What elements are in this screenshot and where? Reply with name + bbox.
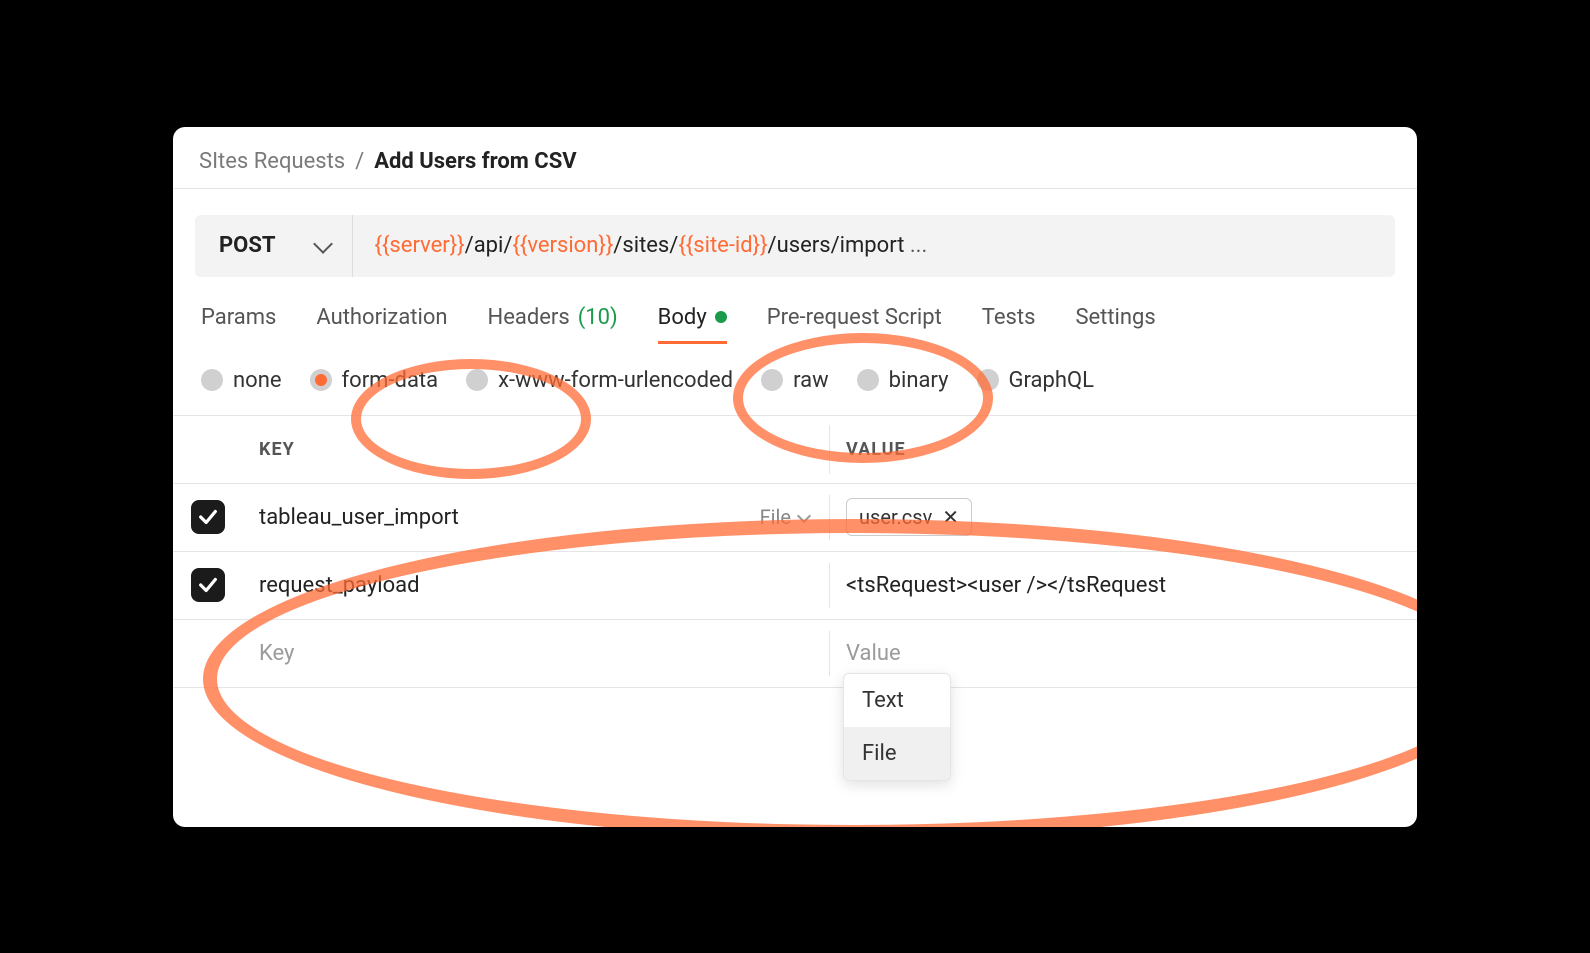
value-input-placeholder[interactable]: Value (846, 641, 901, 666)
table-row: tableau_user_import File user.csv ✕ (173, 484, 1417, 552)
breadcrumb-separator: / (355, 149, 364, 174)
row-checkbox[interactable] (191, 500, 225, 534)
check-icon (197, 574, 219, 596)
key-type-selector[interactable]: File (760, 505, 809, 529)
value-input[interactable]: <tsRequest><user /></tsRequest (846, 573, 1166, 598)
dropdown-item-file[interactable]: File (844, 727, 950, 780)
table-row-new: Key Value (173, 620, 1417, 688)
url-input[interactable]: {{server}}/api/{{version}}/sites/{{site-… (353, 233, 950, 258)
radio-urlencoded-label: x-www-form-urlencoded (498, 368, 733, 393)
header-value: VALUE (830, 425, 1417, 474)
chevron-down-icon (313, 234, 333, 254)
key-type-dropdown: Text File (843, 673, 951, 781)
tab-body[interactable]: Body (658, 305, 727, 342)
tab-body-label: Body (658, 305, 707, 330)
form-data-table: KEY VALUE tableau_user_import File user.… (173, 415, 1417, 688)
radio-dot-icon (466, 369, 488, 391)
close-icon[interactable]: ✕ (942, 505, 959, 529)
radio-dot-icon (761, 369, 783, 391)
url-var-version: {{version}} (512, 233, 613, 258)
body-indicator-dot-icon (715, 311, 727, 323)
check-icon (197, 506, 219, 528)
radio-form-data-label: form-data (342, 368, 439, 393)
radio-none-label: none (233, 368, 282, 393)
radio-none[interactable]: none (201, 368, 282, 393)
radio-raw-label: raw (793, 368, 829, 393)
radio-dot-icon (201, 369, 223, 391)
radio-dot-icon (857, 369, 879, 391)
url-seg-3: /users/import (768, 233, 905, 258)
table-header-row: KEY VALUE (173, 416, 1417, 484)
radio-binary[interactable]: binary (857, 368, 949, 393)
file-chip[interactable]: user.csv ✕ (846, 498, 972, 536)
tab-headers[interactable]: Headers (10) (488, 305, 618, 342)
file-chip-name: user.csv (859, 505, 932, 529)
tab-prerequest[interactable]: Pre-request Script (767, 305, 942, 342)
url-bar: POST {{server}}/api/{{version}}/sites/{{… (195, 215, 1395, 277)
breadcrumb: SItes Requests / Add Users from CSV (173, 127, 1417, 189)
method-selector[interactable]: POST (195, 215, 353, 277)
url-seg-2: /sites/ (613, 233, 678, 258)
row-checkbox[interactable] (191, 568, 225, 602)
radio-dot-icon (977, 369, 999, 391)
tab-settings[interactable]: Settings (1075, 305, 1155, 342)
radio-binary-label: binary (889, 368, 949, 393)
key-input[interactable]: request_payload (259, 573, 420, 598)
method-label: POST (219, 233, 276, 258)
chevron-down-icon (797, 508, 811, 522)
key-input-placeholder[interactable]: Key (259, 641, 294, 666)
radio-graphql-label: GraphQL (1009, 368, 1094, 393)
header-key: KEY (243, 425, 830, 474)
tab-tests[interactable]: Tests (982, 305, 1036, 342)
radio-form-data[interactable]: form-data (310, 368, 439, 393)
table-row: request_payload <tsRequest><user /></tsR… (173, 552, 1417, 620)
breadcrumb-parent[interactable]: SItes Requests (199, 149, 345, 174)
tab-headers-label: Headers (488, 305, 570, 330)
tab-authorization[interactable]: Authorization (316, 305, 447, 342)
request-tabs: Params Authorization Headers (10) Body P… (173, 277, 1417, 342)
key-type-label: File (760, 505, 791, 529)
url-var-server: {{server}} (375, 233, 465, 258)
radio-raw[interactable]: raw (761, 368, 829, 393)
radio-dot-icon (310, 369, 332, 391)
radio-urlencoded[interactable]: x-www-form-urlencoded (466, 368, 733, 393)
url-ellipsis: ... (904, 233, 927, 258)
dropdown-item-text[interactable]: Text (844, 674, 950, 727)
key-input[interactable]: tableau_user_import (259, 505, 459, 530)
radio-graphql[interactable]: GraphQL (977, 368, 1094, 393)
tab-params[interactable]: Params (201, 305, 276, 342)
url-var-siteid: {{site-id}} (678, 233, 767, 258)
body-type-radios: none form-data x-www-form-urlencoded raw… (173, 342, 1417, 415)
tab-headers-count: (10) (578, 305, 618, 330)
postman-request-panel: SItes Requests / Add Users from CSV POST… (173, 127, 1417, 827)
url-seg-1: /api/ (465, 233, 513, 258)
breadcrumb-current: Add Users from CSV (374, 149, 576, 174)
